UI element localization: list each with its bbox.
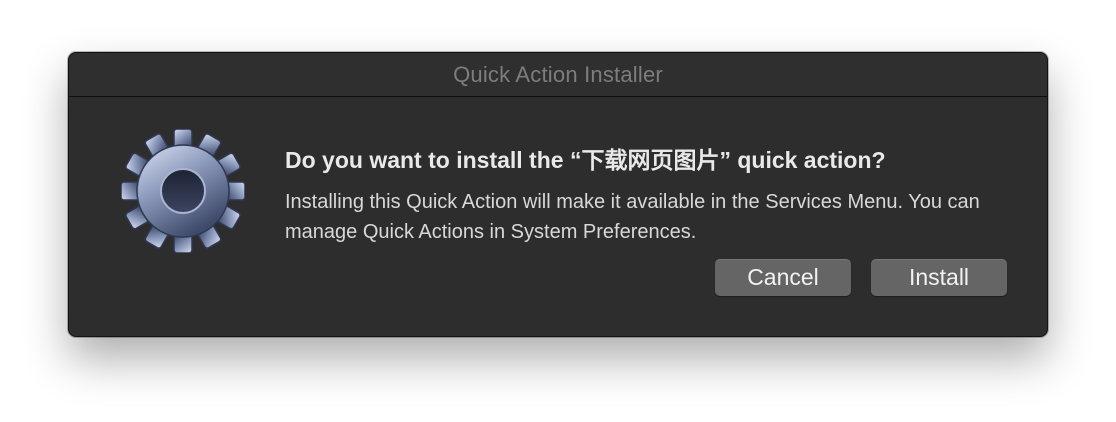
cancel-button[interactable]: Cancel	[715, 259, 851, 296]
window-title: Quick Action Installer	[453, 61, 663, 87]
title-bar[interactable]: Quick Action Installer	[69, 53, 1047, 97]
gear-icon	[121, 129, 245, 253]
dialog-message: Installing this Quick Action will make i…	[285, 191, 980, 243]
dialog-headline: Do you want to install the “下载网页图片” quic…	[285, 147, 886, 173]
installer-dialog: Quick Action Installer Do you want to in…	[68, 52, 1048, 337]
install-button[interactable]: Install	[871, 259, 1007, 296]
